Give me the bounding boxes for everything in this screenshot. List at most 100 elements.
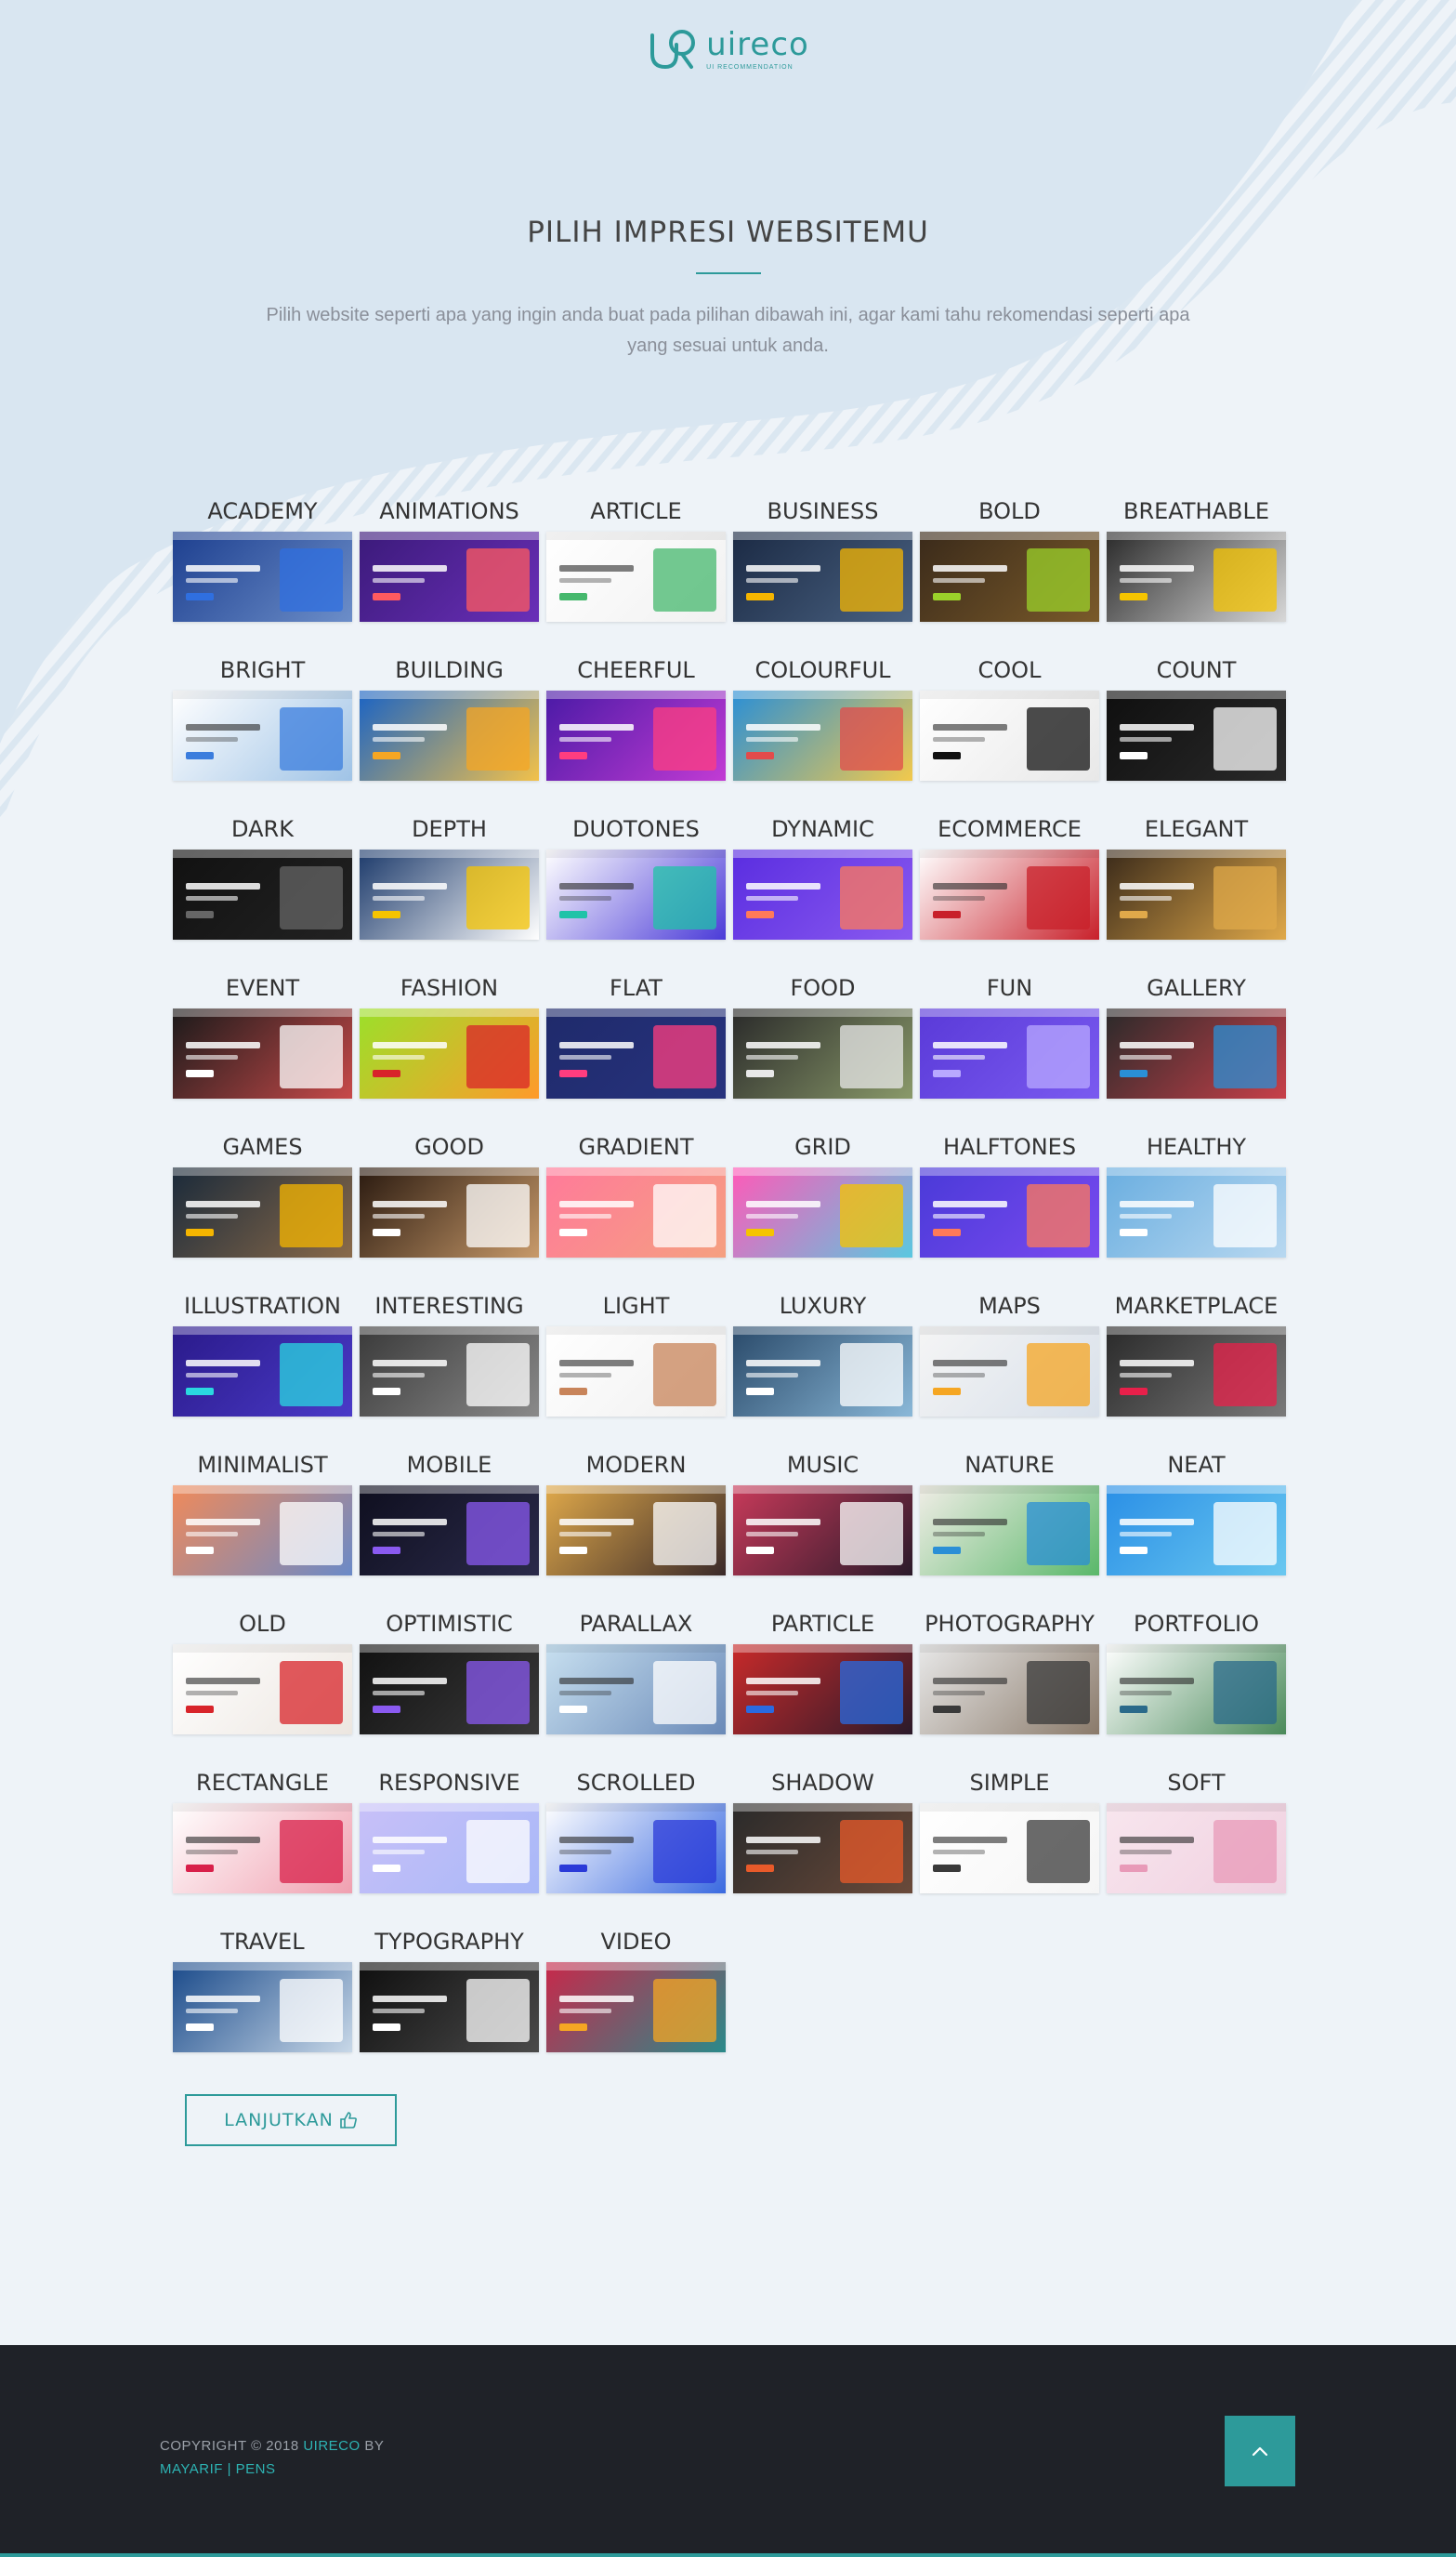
impression-card-ecommerce[interactable]: ECOMMERCE [916, 809, 1103, 968]
impression-thumbnail[interactable] [360, 850, 539, 940]
impression-thumbnail[interactable] [173, 1803, 352, 1893]
impression-thumbnail[interactable] [360, 1485, 539, 1575]
impression-card-minimalist[interactable]: MINIMALIST [169, 1444, 356, 1603]
impression-card-mobile[interactable]: MOBILE [356, 1444, 543, 1603]
impression-card-luxury[interactable]: LUXURY [729, 1285, 916, 1444]
impression-card-portfolio[interactable]: PORTFOLIO [1103, 1603, 1290, 1762]
impression-thumbnail[interactable] [1107, 1485, 1286, 1575]
impression-thumbnail[interactable] [173, 1962, 352, 2052]
impression-card-breathable[interactable]: BREATHABLE [1103, 491, 1290, 650]
impression-thumbnail[interactable] [546, 1485, 726, 1575]
impression-thumbnail[interactable] [920, 1326, 1099, 1417]
impression-thumbnail[interactable] [920, 1644, 1099, 1734]
impression-thumbnail[interactable] [173, 532, 352, 622]
impression-card-grid[interactable]: GRID [729, 1127, 916, 1285]
impression-card-responsive[interactable]: RESPONSIVE [356, 1762, 543, 1921]
impression-card-modern[interactable]: MODERN [543, 1444, 729, 1603]
impression-thumbnail[interactable] [360, 1326, 539, 1417]
impression-thumbnail[interactable] [733, 691, 912, 781]
impression-thumbnail[interactable] [360, 1644, 539, 1734]
impression-card-gallery[interactable]: GALLERY [1103, 968, 1290, 1127]
brand-link[interactable]: UIRECO [303, 2438, 360, 2454]
impression-card-simple[interactable]: SIMPLE [916, 1762, 1103, 1921]
impression-thumbnail[interactable] [173, 1485, 352, 1575]
impression-card-fun[interactable]: FUN [916, 968, 1103, 1127]
impression-thumbnail[interactable] [920, 1485, 1099, 1575]
impression-thumbnail[interactable] [1107, 1008, 1286, 1099]
impression-thumbnail[interactable] [1107, 1167, 1286, 1258]
impression-thumbnail[interactable] [733, 1485, 912, 1575]
back-to-top-button[interactable] [1225, 2416, 1295, 2486]
impression-thumbnail[interactable] [173, 1326, 352, 1417]
impression-thumbnail[interactable] [1107, 1326, 1286, 1417]
impression-thumbnail[interactable] [733, 1326, 912, 1417]
impression-thumbnail[interactable] [546, 1326, 726, 1417]
impression-card-good[interactable]: GOOD [356, 1127, 543, 1285]
impression-card-soft[interactable]: SOFT [1103, 1762, 1290, 1921]
impression-thumbnail[interactable] [546, 691, 726, 781]
impression-thumbnail[interactable] [360, 1167, 539, 1258]
author-link[interactable]: MAYARIF | PENS [160, 2461, 276, 2477]
impression-thumbnail[interactable] [360, 691, 539, 781]
impression-thumbnail[interactable] [920, 691, 1099, 781]
impression-card-particle[interactable]: PARTICLE [729, 1603, 916, 1762]
impression-card-parallax[interactable]: PARALLAX [543, 1603, 729, 1762]
impression-card-building[interactable]: BUILDING [356, 650, 543, 809]
impression-card-duotones[interactable]: DUOTONES [543, 809, 729, 968]
impression-card-photography[interactable]: PHOTOGRAPHY [916, 1603, 1103, 1762]
impression-card-depth[interactable]: DEPTH [356, 809, 543, 968]
impression-thumbnail[interactable] [920, 850, 1099, 940]
impression-thumbnail[interactable] [546, 1644, 726, 1734]
impression-thumbnail[interactable] [733, 1644, 912, 1734]
impression-card-animations[interactable]: ANIMATIONS [356, 491, 543, 650]
impression-card-typography[interactable]: TYPOGRAPHY [356, 1921, 543, 2080]
impression-card-optimistic[interactable]: OPTIMISTIC [356, 1603, 543, 1762]
impression-thumbnail[interactable] [173, 850, 352, 940]
impression-card-article[interactable]: ARTICLE [543, 491, 729, 650]
impression-card-shadow[interactable]: SHADOW [729, 1762, 916, 1921]
impression-thumbnail[interactable] [733, 1803, 912, 1893]
impression-thumbnail[interactable] [1107, 691, 1286, 781]
impression-thumbnail[interactable] [360, 1008, 539, 1099]
impression-card-old[interactable]: OLD [169, 1603, 356, 1762]
impression-card-games[interactable]: GAMES [169, 1127, 356, 1285]
impression-thumbnail[interactable] [733, 1008, 912, 1099]
impression-card-flat[interactable]: FLAT [543, 968, 729, 1127]
impression-card-business[interactable]: BUSINESS [729, 491, 916, 650]
impression-thumbnail[interactable] [1107, 1803, 1286, 1893]
impression-thumbnail[interactable] [360, 532, 539, 622]
impression-thumbnail[interactable] [1107, 532, 1286, 622]
impression-thumbnail[interactable] [1107, 850, 1286, 940]
impression-card-bold[interactable]: BOLD [916, 491, 1103, 650]
impression-card-halftones[interactable]: HALFTONES [916, 1127, 1103, 1285]
impression-thumbnail[interactable] [920, 1803, 1099, 1893]
impression-card-nature[interactable]: NATURE [916, 1444, 1103, 1603]
impression-card-interesting[interactable]: INTERESTING [356, 1285, 543, 1444]
impression-thumbnail[interactable] [360, 1803, 539, 1893]
impression-card-food[interactable]: FOOD [729, 968, 916, 1127]
impression-thumbnail[interactable] [546, 850, 726, 940]
impression-thumbnail[interactable] [733, 1167, 912, 1258]
impression-card-music[interactable]: MUSIC [729, 1444, 916, 1603]
impression-thumbnail[interactable] [546, 1962, 726, 2052]
impression-thumbnail[interactable] [546, 1008, 726, 1099]
impression-card-neat[interactable]: NEAT [1103, 1444, 1290, 1603]
logo[interactable]: uireco UI RECOMMENDATION [0, 26, 1456, 72]
impression-thumbnail[interactable] [1107, 1644, 1286, 1734]
impression-card-maps[interactable]: MAPS [916, 1285, 1103, 1444]
impression-thumbnail[interactable] [920, 1167, 1099, 1258]
impression-card-marketplace[interactable]: MARKETPLACE [1103, 1285, 1290, 1444]
impression-thumbnail[interactable] [360, 1962, 539, 2052]
impression-thumbnail[interactable] [733, 532, 912, 622]
impression-card-illustration[interactable]: ILLUSTRATION [169, 1285, 356, 1444]
impression-thumbnail[interactable] [920, 1008, 1099, 1099]
impression-thumbnail[interactable] [920, 532, 1099, 622]
impression-card-colourful[interactable]: COLOURFUL [729, 650, 916, 809]
impression-card-light[interactable]: LIGHT [543, 1285, 729, 1444]
continue-button[interactable]: LANJUTKAN [185, 2094, 397, 2146]
impression-card-cheerful[interactable]: CHEERFUL [543, 650, 729, 809]
impression-card-count[interactable]: COUNT [1103, 650, 1290, 809]
impression-card-rectangle[interactable]: RECTANGLE [169, 1762, 356, 1921]
impression-card-academy[interactable]: ACADEMY [169, 491, 356, 650]
impression-card-fashion[interactable]: FASHION [356, 968, 543, 1127]
